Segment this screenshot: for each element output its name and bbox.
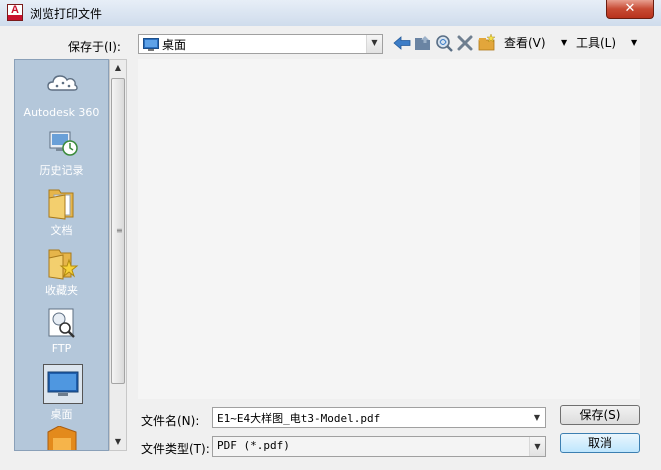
place-documents[interactable]: 文档 bbox=[15, 186, 108, 244]
place-ftp[interactable]: FTP bbox=[15, 306, 108, 364]
chevron-down-icon: ▼ bbox=[366, 35, 382, 53]
history-icon bbox=[49, 131, 78, 156]
filename-label: 文件名(N): bbox=[141, 414, 200, 428]
autocad-app-icon: A bbox=[7, 4, 23, 21]
browse-print-file-dialog: 保存于(I): 桌面 ▼ 查看(V) ▼ 工具(L) ▼ Autodesk 36… bbox=[0, 26, 661, 470]
place-label: FTP bbox=[51, 342, 72, 355]
filetype-value: PDF (*.pdf) bbox=[217, 439, 290, 452]
save-button[interactable]: 保存(S) bbox=[560, 405, 640, 425]
tools-dropdown-icon[interactable]: ▼ bbox=[631, 34, 637, 52]
desktop-small-icon bbox=[143, 38, 159, 51]
grip-icon: ≡ bbox=[116, 226, 123, 235]
save-in-value: 桌面 bbox=[162, 38, 187, 52]
place-history[interactable]: 历史记录 bbox=[15, 126, 108, 184]
desktop-icon bbox=[43, 364, 83, 404]
new-folder-icon[interactable] bbox=[478, 34, 496, 52]
views-dropdown-icon[interactable]: ▼ bbox=[561, 34, 567, 52]
save-in-label: 保存于(I): bbox=[68, 40, 121, 54]
scrollbar-thumb[interactable]: ≡ bbox=[111, 78, 125, 384]
place-label: Autodesk 360 bbox=[23, 106, 100, 119]
ftp-icon bbox=[48, 308, 75, 338]
chevron-down-icon[interactable]: ▼ bbox=[529, 437, 545, 456]
documents-folder-icon bbox=[48, 189, 74, 220]
filename-input[interactable]: E1~E4大样图_电t3-Model.pdf bbox=[217, 410, 380, 426]
scroll-down-arrow-icon[interactable]: ▼ bbox=[110, 434, 126, 450]
filename-combo[interactable]: E1~E4大样图_电t3-Model.pdf ▼ bbox=[212, 407, 546, 428]
places-bar: Autodesk 360 历史记录 文档 收藏夹 FTP 桌面 bbox=[14, 59, 109, 451]
place-autodesk-360[interactable]: Autodesk 360 bbox=[15, 66, 108, 124]
place-label: 文档 bbox=[50, 224, 73, 237]
places-scrollbar[interactable]: ▲ ≡ ▼ bbox=[109, 59, 127, 451]
save-in-combo[interactable]: 桌面 ▼ bbox=[138, 34, 383, 54]
place-favorites[interactable]: 收藏夹 bbox=[15, 246, 108, 304]
views-menu[interactable]: 查看(V) bbox=[504, 34, 546, 52]
favorites-folder-icon bbox=[48, 249, 79, 280]
place-desktop[interactable]: 桌面 bbox=[15, 364, 108, 422]
cancel-button[interactable]: 取消 bbox=[560, 433, 640, 453]
close-button[interactable]: ✕ bbox=[606, 0, 654, 19]
cloud-icon bbox=[47, 75, 78, 91]
app-icon-letter: A bbox=[11, 4, 19, 16]
filetype-select[interactable]: PDF (*.pdf) ▼ bbox=[212, 436, 546, 457]
window-title: 浏览打印文件 bbox=[30, 7, 103, 21]
up-folder-icon[interactable] bbox=[414, 34, 432, 52]
back-arrow-icon[interactable] bbox=[393, 35, 411, 51]
file-list[interactable] bbox=[138, 59, 640, 399]
scroll-up-arrow-icon[interactable]: ▲ bbox=[110, 60, 126, 76]
tools-menu[interactable]: 工具(L) bbox=[576, 34, 616, 52]
delete-icon[interactable] bbox=[457, 35, 473, 51]
search-web-icon[interactable] bbox=[435, 34, 453, 52]
place-label: 桌面 bbox=[50, 408, 73, 421]
place-label: 历史记录 bbox=[39, 164, 84, 177]
filetype-label: 文件类型(T): bbox=[141, 442, 210, 456]
title-bar: A 浏览打印文件 ✕ bbox=[0, 0, 661, 26]
partial-folder-icon bbox=[47, 426, 77, 450]
place-label: 收藏夹 bbox=[45, 284, 78, 297]
chevron-down-icon[interactable]: ▼ bbox=[529, 408, 545, 427]
